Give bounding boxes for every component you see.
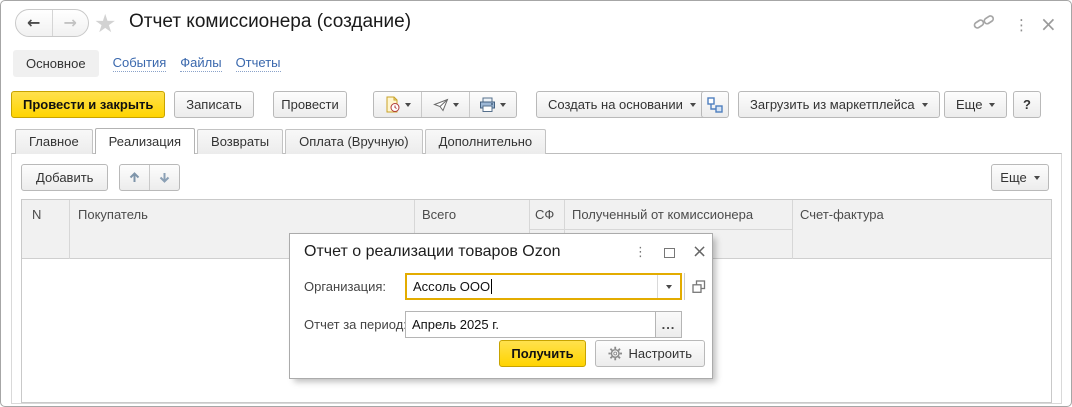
move-row-group xyxy=(119,164,180,191)
post-and-close-button[interactable]: Провести и закрыть xyxy=(11,91,165,118)
organization-open-button[interactable] xyxy=(684,273,712,300)
period-value: Апрель 2025 г. xyxy=(406,317,499,332)
dropdown-arrow-icon xyxy=(1034,176,1040,183)
ellipsis-icon: ... xyxy=(662,317,676,332)
get-button[interactable]: Получить xyxy=(499,340,586,367)
create-based-on-button[interactable]: Создать на основании xyxy=(536,91,708,118)
close-icon: × xyxy=(692,241,707,262)
tab-returns[interactable]: Возвраты xyxy=(197,129,283,154)
link-icon xyxy=(973,14,995,30)
related-documents-button[interactable] xyxy=(701,91,729,118)
window-more-button[interactable]: ⋮ xyxy=(1014,16,1029,34)
nav-links: Основное События Файлы Отчеты xyxy=(13,48,281,78)
move-up-icon xyxy=(128,171,141,184)
kebab-icon: ⋮ xyxy=(1014,16,1029,34)
dialog-close-button[interactable]: × xyxy=(692,241,707,262)
dropdown-arrow-icon xyxy=(453,103,459,110)
text-cursor xyxy=(491,279,492,294)
save-button[interactable]: Записать xyxy=(174,91,254,118)
dropdown-arrow-icon xyxy=(922,103,928,110)
save-label: Записать xyxy=(186,97,242,112)
dropdown-arrow-icon xyxy=(405,103,411,110)
help-button[interactable]: ? xyxy=(1013,91,1041,118)
configure-label: Настроить xyxy=(628,346,692,361)
post-and-close-label: Провести и закрыть xyxy=(23,97,153,112)
app-window: ← → ★ Отчет комиссионера (создание) ⋮ × … xyxy=(0,0,1072,407)
load-from-marketplace-label: Загрузить из маркетплейса xyxy=(750,97,915,112)
favorite-star-icon[interactable]: ★ xyxy=(94,9,116,38)
tab-realization[interactable]: Реализация xyxy=(95,128,195,154)
help-label: ? xyxy=(1023,97,1031,112)
column-header-invoice[interactable]: Счет-фактура xyxy=(800,207,884,222)
dropdown-arrow-icon xyxy=(690,103,696,110)
grid-more-button[interactable]: Еще xyxy=(991,164,1049,191)
column-header-total[interactable]: Всего xyxy=(422,207,456,222)
combobox-arrow-icon xyxy=(666,285,672,292)
print-button[interactable] xyxy=(469,92,516,117)
nav-item-main[interactable]: Основное xyxy=(13,50,99,77)
column-header-received[interactable]: Полученный от комиссионера xyxy=(572,207,753,222)
nav-item-files[interactable]: Файлы xyxy=(180,55,221,72)
period-label: Отчет за период: xyxy=(304,311,407,338)
tab-additional[interactable]: Дополнительно xyxy=(425,129,547,154)
link-button[interactable] xyxy=(973,14,995,33)
page-title: Отчет комиссионера (создание) xyxy=(129,11,411,33)
organization-field[interactable]: Ассоль ООО xyxy=(405,273,682,300)
tab-payment-manual[interactable]: Оплата (Вручную) xyxy=(285,129,422,154)
configure-button[interactable]: Настроить xyxy=(595,340,705,367)
document-postings-button[interactable] xyxy=(374,92,421,117)
forward-icon: → xyxy=(64,15,77,31)
add-row-label: Добавить xyxy=(36,170,93,185)
column-header-sf[interactable]: СФ xyxy=(535,207,554,222)
dropdown-arrow-icon xyxy=(500,103,506,110)
move-up-button[interactable] xyxy=(120,165,149,190)
toolbar-more-label: Еще xyxy=(956,97,982,112)
organization-value: Ассоль ООО xyxy=(407,279,490,294)
period-field[interactable]: Апрель 2025 г. ... xyxy=(405,311,682,338)
organization-label: Организация: xyxy=(304,273,386,300)
toolbar-more-button[interactable]: Еще xyxy=(944,91,1007,118)
tabstrip: Главное Реализация Возвраты Оплата (Вруч… xyxy=(11,128,1060,154)
subheader-divider xyxy=(529,229,792,230)
open-icon xyxy=(692,280,706,294)
dialog-maximize-button[interactable] xyxy=(664,248,675,258)
related-documents-icon xyxy=(707,97,723,113)
move-down-button[interactable] xyxy=(149,165,179,190)
organization-dropdown-button[interactable] xyxy=(657,275,680,298)
column-divider xyxy=(792,200,793,259)
document-clock-icon xyxy=(384,96,401,113)
forward-button[interactable]: → xyxy=(52,10,89,36)
print-icon xyxy=(479,97,496,113)
dialog-titlebar[interactable]: Отчет о реализации товаров Ozon xyxy=(290,234,712,266)
create-based-on-label: Создать на основании xyxy=(548,97,683,112)
nav-item-events[interactable]: События xyxy=(113,55,167,72)
dropdown-arrow-icon xyxy=(989,103,995,110)
ozon-report-dialog: Отчет о реализации товаров Ozon ⋮ × Орга… xyxy=(289,233,713,379)
tab-main[interactable]: Главное xyxy=(15,129,93,154)
send-button[interactable] xyxy=(421,92,468,117)
dialog-more-button[interactable]: ⋮ xyxy=(634,245,647,260)
post-label: Провести xyxy=(281,97,339,112)
send-icon xyxy=(433,98,449,112)
get-label: Получить xyxy=(511,346,573,361)
add-row-button[interactable]: Добавить xyxy=(21,164,108,191)
gear-icon xyxy=(608,346,622,361)
window-close-button[interactable]: × xyxy=(1040,12,1057,36)
back-icon: ← xyxy=(27,15,40,31)
column-header-buyer[interactable]: Покупатель xyxy=(78,207,148,222)
nav-item-reports[interactable]: Отчеты xyxy=(236,55,281,72)
column-divider xyxy=(69,200,70,259)
move-down-icon xyxy=(158,171,171,184)
toolbar-icon-group xyxy=(373,91,517,118)
grid-more-label: Еще xyxy=(1000,170,1026,185)
period-choose-button[interactable]: ... xyxy=(655,312,681,337)
history-nav: ← → xyxy=(15,9,89,37)
back-button[interactable]: ← xyxy=(16,10,52,36)
kebab-icon: ⋮ xyxy=(634,245,647,260)
column-header-n[interactable]: N xyxy=(32,207,41,222)
close-icon: × xyxy=(1040,12,1057,36)
load-from-marketplace-button[interactable]: Загрузить из маркетплейса xyxy=(738,91,940,118)
post-button[interactable]: Провести xyxy=(273,91,347,118)
dialog-title: Отчет о реализации товаров Ozon xyxy=(304,243,561,261)
